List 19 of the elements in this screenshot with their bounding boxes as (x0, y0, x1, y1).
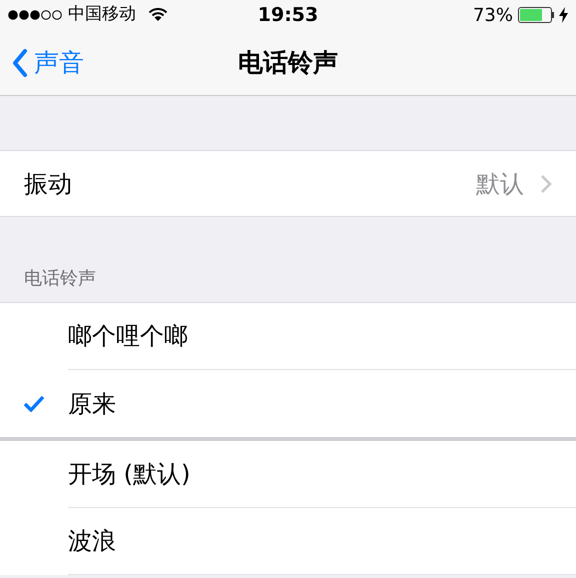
checkmark-icon (23, 395, 45, 412)
battery-percent: 73% (472, 4, 513, 28)
ringtone-name: 波浪 (68, 526, 116, 557)
signal-icon (8, 9, 62, 21)
battery-icon (518, 7, 554, 23)
wifi-icon (148, 8, 168, 22)
page-title: 电话铃声 (238, 46, 338, 79)
carrier-name: 中国移动 (68, 3, 136, 26)
clock-time: 19:53 (258, 2, 318, 28)
ringtone-name: 开场 (默认) (68, 459, 190, 490)
vibration-value: 默认 (476, 168, 524, 200)
vibration-label: 振动 (24, 168, 72, 200)
ringtone-name: 原来 (68, 388, 116, 420)
back-chevron-icon (12, 48, 28, 76)
chevron-right-icon (540, 174, 552, 194)
vibration-row[interactable]: 振动 默认 (0, 150, 576, 217)
back-button[interactable]: 声音 (0, 44, 84, 82)
section-header: 电话铃声 (24, 267, 96, 291)
ringtone-name: 啷个哩个啷 (68, 321, 188, 352)
